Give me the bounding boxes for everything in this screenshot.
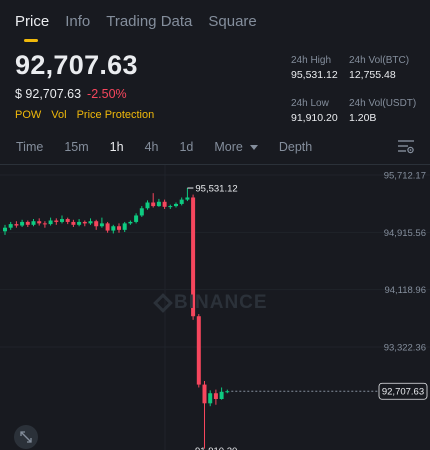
candle-body xyxy=(213,393,218,399)
stat-value: 95,531.12 xyxy=(291,69,338,81)
stat-24h-vol-btc: 24h Vol(BTC) 12,755.48 xyxy=(349,54,429,95)
interval-4h[interactable]: 4h xyxy=(145,140,159,154)
last-price-label: 92,707.63 xyxy=(382,387,424,398)
candle-body xyxy=(162,201,167,207)
candle-body xyxy=(208,393,213,404)
candle-body xyxy=(134,215,139,222)
candle-body xyxy=(202,384,207,404)
candle-body xyxy=(151,202,156,207)
candle-body xyxy=(8,224,13,228)
candle-body xyxy=(128,221,133,224)
tag-row: POW Vol Price Protection xyxy=(15,109,154,121)
candle-body xyxy=(174,203,178,207)
candle-body xyxy=(37,221,42,224)
candle-body xyxy=(60,219,64,222)
more-label: More xyxy=(214,140,243,154)
stat-24h-high: 24h High 95,531.12 xyxy=(291,54,349,95)
caret-down-icon xyxy=(249,144,258,150)
candle-body xyxy=(25,221,30,225)
y-axis: 95,712.17 94,915.56 94,118.96 93,322.36 xyxy=(384,171,426,354)
candle-body xyxy=(122,223,127,230)
stat-value: 1.20B xyxy=(349,112,377,124)
binance-logo-icon xyxy=(153,293,173,313)
candle-body xyxy=(111,226,116,231)
watermark-text: BINANCE xyxy=(174,292,268,313)
tag-pow[interactable]: POW xyxy=(15,109,41,121)
tab-price[interactable]: Price xyxy=(15,0,49,44)
candle-body xyxy=(20,221,25,226)
candle-body xyxy=(185,197,190,200)
high-marker-label: 95,531.12 xyxy=(195,184,237,195)
candle-body xyxy=(54,220,59,222)
stat-24h-vol-usdt: 24h Vol(USDT) 1.20B xyxy=(349,97,429,138)
candle-body xyxy=(77,221,82,225)
stat-label: 24h Vol(USDT) xyxy=(349,98,417,109)
interval-1h[interactable]: 1h xyxy=(110,140,124,154)
stat-24h-low: 24h Low 91,910.20 xyxy=(291,97,349,138)
stat-value: 12,755.48 xyxy=(349,69,396,81)
usd-price: $ 92,707.63 xyxy=(15,87,82,101)
price-sub-row: $ 92,707.63 -2.50% xyxy=(15,87,154,101)
markers: 95,531.12 92,707.63 91,910.20 xyxy=(187,184,428,450)
stat-label: 24h Vol(BTC) xyxy=(349,55,410,66)
candle-body xyxy=(196,316,201,385)
candle-body xyxy=(105,223,110,231)
y-tick-label: 93,322.36 xyxy=(384,343,426,354)
candle-body xyxy=(145,202,150,209)
candle-body xyxy=(225,391,230,393)
main-tabs: Price Info Trading Data Square xyxy=(0,0,430,44)
candle-body xyxy=(42,223,47,225)
tab-square[interactable]: Square xyxy=(208,0,256,44)
price-change: -2.50% xyxy=(87,87,127,101)
candle-body xyxy=(14,224,19,226)
candle-body xyxy=(156,201,161,207)
depth-button[interactable]: Depth xyxy=(279,140,312,154)
candle-body xyxy=(168,206,173,208)
candle-body xyxy=(219,391,224,399)
tab-trading-data[interactable]: Trading Data xyxy=(106,0,192,44)
binance-watermark: BINANCE xyxy=(153,292,268,314)
candle-body xyxy=(65,219,70,222)
y-tick-label: 95,712.17 xyxy=(384,171,426,182)
stat-label: 24h High xyxy=(291,55,332,66)
tag-price-protection[interactable]: Price Protection xyxy=(77,109,155,121)
chart-settings-icon[interactable] xyxy=(398,140,414,154)
low-marker-label: 91,910.20 xyxy=(195,446,237,450)
interval-time[interactable]: Time xyxy=(16,140,43,154)
candle-body xyxy=(82,221,87,224)
interval-1d[interactable]: 1d xyxy=(179,140,193,154)
expand-icon xyxy=(20,431,32,443)
tag-vol[interactable]: Vol xyxy=(51,109,66,121)
stats-panel: 24h High 95,531.12 24h Vol(BTC) 12,755.4… xyxy=(291,54,429,138)
interval-bar: Time 15m 1h 4h 1d More Depth xyxy=(0,136,430,158)
candle-body xyxy=(139,208,144,216)
candle-body xyxy=(117,226,121,230)
stat-label: 24h Low xyxy=(291,98,329,109)
candle-body xyxy=(179,199,184,204)
fullscreen-button[interactable] xyxy=(14,425,38,449)
candle-body xyxy=(94,221,99,227)
last-price: 92,707.63 xyxy=(15,50,138,80)
price-summary: 92,707.63 $ 92,707.63 -2.50% POW Vol Pri… xyxy=(15,50,154,121)
interval-15m[interactable]: 15m xyxy=(64,140,88,154)
candles xyxy=(3,188,230,449)
more-dropdown[interactable]: More xyxy=(214,140,258,154)
candle-body xyxy=(3,227,7,232)
candle-body xyxy=(31,221,36,225)
tab-info[interactable]: Info xyxy=(65,0,90,44)
stat-value: 91,910.20 xyxy=(291,112,338,124)
y-tick-label: 94,915.56 xyxy=(384,228,426,239)
candle-body xyxy=(71,221,76,225)
candle-body xyxy=(48,220,53,225)
candle-body xyxy=(99,223,104,227)
y-tick-label: 94,118.96 xyxy=(384,285,426,296)
candle-body xyxy=(88,221,93,224)
